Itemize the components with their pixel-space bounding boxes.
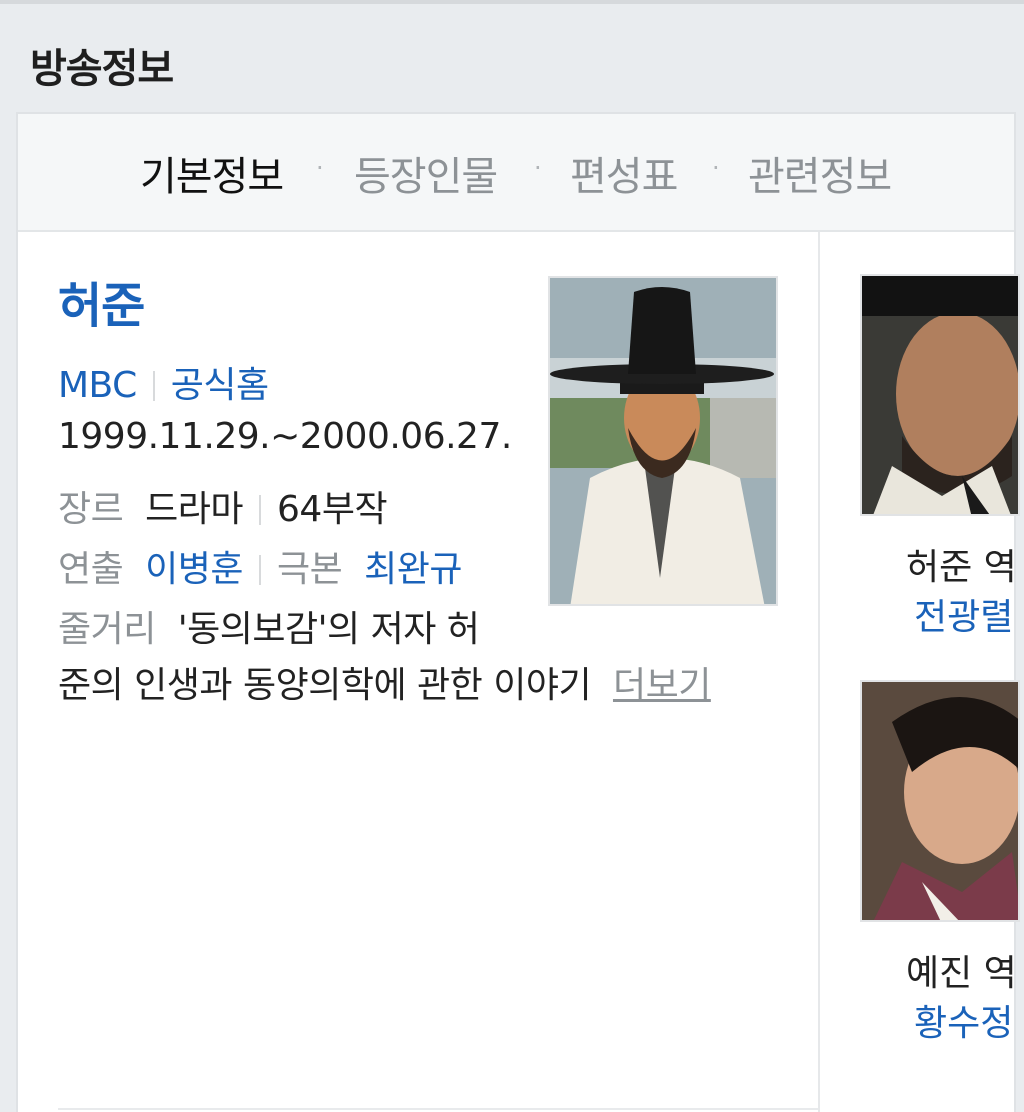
basic-info-panel: 허준 MBC 공식홈 1999.11.29.~2000.06.27. 장르 드라마… bbox=[18, 232, 818, 1112]
broadcast-info-card: 기본정보 · 등장인물 · 편성표 · 관련정보 허준 MBC 공식홈 1999.… bbox=[16, 112, 1020, 1112]
section-title: 방송정보 bbox=[30, 46, 174, 92]
episode-count: 64부작 bbox=[277, 489, 388, 530]
tab-separator: · bbox=[534, 154, 542, 182]
tab-schedule[interactable]: 편성표 bbox=[570, 144, 678, 202]
tab-separator: · bbox=[712, 154, 720, 182]
divider bbox=[58, 1108, 818, 1110]
divider bbox=[259, 555, 262, 585]
writer-link[interactable]: 최완규 bbox=[364, 549, 462, 590]
cast-photo-1[interactable] bbox=[860, 274, 1020, 516]
tab-separator: · bbox=[316, 154, 324, 182]
genre-value: 드라마 bbox=[145, 489, 244, 530]
cast-portrait-illustration bbox=[862, 682, 1018, 920]
cast-actor-2[interactable]: 황수정 bbox=[914, 994, 1013, 1046]
channel-link[interactable]: MBC bbox=[58, 365, 137, 406]
synopsis-text: '동의보감'의 저자 허 bbox=[177, 609, 480, 650]
show-poster-image[interactable] bbox=[548, 276, 778, 606]
cast-role-2: 예진 역 bbox=[906, 953, 1017, 994]
cast-role-1: 허준 역 bbox=[906, 547, 1017, 588]
cast-portrait-illustration bbox=[862, 276, 1018, 514]
panel-divider bbox=[818, 232, 820, 1112]
credits-row: 연출 이병훈 극본 최완규 bbox=[58, 540, 463, 592]
genre-label: 장르 bbox=[58, 489, 124, 530]
more-link[interactable]: 더보기 bbox=[613, 665, 711, 706]
genre-row: 장르 드라마 64부작 bbox=[58, 480, 388, 532]
channel-row: MBC 공식홈 bbox=[58, 356, 269, 408]
show-title[interactable]: 허준 bbox=[58, 266, 145, 336]
homepage-link[interactable]: 공식홈 bbox=[171, 365, 269, 406]
synopsis-row: 줄거리 '동의보감'의 저자 허 bbox=[58, 600, 480, 652]
top-border bbox=[0, 0, 1024, 4]
tab-characters[interactable]: 등장인물 bbox=[354, 144, 498, 202]
divider bbox=[259, 495, 262, 525]
synopsis-text: 준의 인생과 동양의학에 관한 이야기 bbox=[58, 665, 592, 706]
synopsis-label: 줄거리 bbox=[58, 609, 156, 650]
cast-actor-1[interactable]: 전광렬 bbox=[914, 588, 1013, 640]
poster-illustration bbox=[550, 278, 776, 604]
tab-bar: 기본정보 · 등장인물 · 편성표 · 관련정보 bbox=[18, 114, 1014, 232]
director-label: 연출 bbox=[58, 549, 124, 590]
director-link[interactable]: 이병훈 bbox=[145, 549, 243, 590]
divider bbox=[152, 371, 155, 401]
synopsis-row-2: 준의 인생과 동양의학에 관한 이야기 더보기 bbox=[58, 656, 711, 708]
cast-photo-2[interactable] bbox=[860, 680, 1020, 922]
air-period: 1999.11.29.~2000.06.27. bbox=[58, 416, 512, 457]
tab-related-info[interactable]: 관련정보 bbox=[748, 144, 892, 202]
tab-basic-info[interactable]: 기본정보 bbox=[140, 144, 284, 202]
writer-label: 극본 bbox=[277, 549, 343, 590]
